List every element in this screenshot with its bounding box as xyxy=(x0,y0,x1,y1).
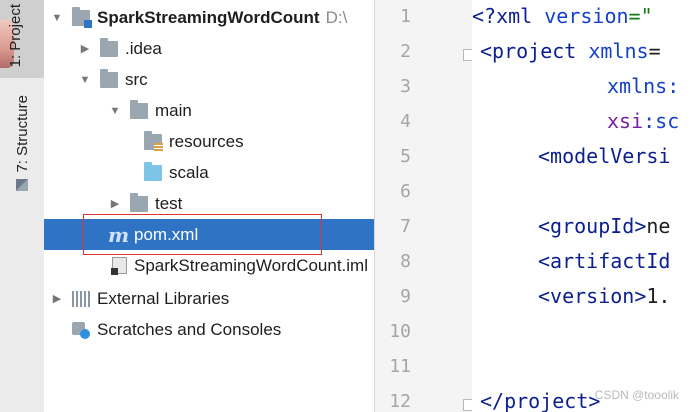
tree-item-label: resources xyxy=(169,131,244,151)
tree-item-resources[interactable]: resources xyxy=(44,126,374,157)
root-project-path: D:\ xyxy=(325,7,348,27)
chevron-right-icon[interactable]: ▶ xyxy=(108,197,122,211)
tool-window-stripe: 1: Project 7: Structure xyxy=(0,0,45,412)
line-number: 3 xyxy=(400,76,411,97)
tag-open: <version> xyxy=(538,284,647,308)
line-number: 2 xyxy=(400,41,411,62)
code-line-2: <project xmlns= xyxy=(480,39,661,63)
code-line-1: <?xml version=" xyxy=(472,4,653,28)
structure-tool-tab[interactable]: 7: Structure xyxy=(0,95,44,235)
line-number: 5 xyxy=(400,146,411,167)
line-number: 1 xyxy=(400,6,411,27)
project-tool-tab[interactable]: 1: Project xyxy=(0,0,44,78)
line-number: 9 xyxy=(400,286,411,307)
library-icon xyxy=(72,290,90,307)
chevron-down-icon[interactable]: ▼ xyxy=(50,11,64,25)
tree-item-label: main xyxy=(155,100,192,120)
chevron-right-icon[interactable]: ▶ xyxy=(78,42,92,56)
tree-item-main[interactable]: ▼ main xyxy=(44,95,374,126)
code-line-5: <modelVersi xyxy=(538,144,671,168)
module-file-icon xyxy=(111,257,127,275)
root-project-name: SparkStreamingWordCount xyxy=(97,7,320,27)
tree-item-label: scala xyxy=(169,162,209,182)
line-number: 11 xyxy=(389,356,411,377)
scratches-icon xyxy=(72,321,90,339)
project-tree: ▼ SparkStreamingWordCount D:\ ▶ .idea ▼ … xyxy=(44,0,374,412)
code-line-4: xsi:sc xyxy=(607,109,679,133)
line-number: 10 xyxy=(389,321,411,342)
chevron-right-icon[interactable]: ▶ xyxy=(50,292,64,306)
structure-tab-label: 7: Structure xyxy=(13,95,31,173)
code-editor[interactable]: <?xml version=" <project xmlns= xmlns: x… xyxy=(472,0,691,412)
resources-folder-icon xyxy=(144,130,163,151)
project-tab-label: 1: Project xyxy=(6,4,24,68)
tree-item-label: .idea xyxy=(125,38,162,58)
structure-icon xyxy=(16,178,28,191)
tree-item-label: Scratches and Consoles xyxy=(97,319,282,339)
code-line-9: <version>1. xyxy=(538,284,670,308)
module-folder-icon xyxy=(72,6,92,28)
code-line-8: <artifactId xyxy=(538,249,671,273)
chevron-down-icon[interactable]: ▼ xyxy=(108,104,122,118)
attr-name: version xyxy=(544,4,629,28)
line-number: 8 xyxy=(400,251,411,272)
folder-icon xyxy=(100,37,118,57)
line-number: 4 xyxy=(400,111,411,132)
xml-decl: <?xml xyxy=(472,4,545,28)
folder-icon xyxy=(130,99,148,119)
chevron-down-icon[interactable]: ▼ xyxy=(78,73,92,87)
tree-item-label: SparkStreamingWordCount.iml xyxy=(134,255,368,275)
tag-open: <groupId> xyxy=(538,214,647,238)
tree-item-src[interactable]: ▼ src xyxy=(44,64,374,95)
tree-item-external-libraries[interactable]: ▶ External Libraries xyxy=(44,283,374,314)
tag-text: 1. xyxy=(646,284,671,308)
tag-text: ne xyxy=(646,214,671,238)
tree-item-label: src xyxy=(125,69,148,89)
tree-root-item[interactable]: ▼ SparkStreamingWordCount D:\ xyxy=(44,2,374,33)
attr-name: xmlns xyxy=(588,39,649,63)
attr-value: =" xyxy=(628,4,653,28)
tree-item-label: test xyxy=(155,193,183,213)
tree-item-scala[interactable]: scala xyxy=(44,157,374,188)
code-line-7: <groupId>ne xyxy=(538,214,670,238)
tree-item-scratches[interactable]: ▶ Scratches and Consoles xyxy=(44,314,374,345)
line-number: 12 xyxy=(389,391,411,412)
line-number: 7 xyxy=(400,216,411,237)
attr-name: :sc xyxy=(643,109,680,133)
code-line-3: xmlns: xyxy=(607,74,679,98)
folder-icon xyxy=(100,68,118,88)
code-line-12: </project> xyxy=(480,389,601,412)
tag-open: <project xyxy=(480,39,589,63)
highlight-box xyxy=(83,214,322,255)
line-number: 6 xyxy=(400,181,411,202)
attr-name: xmlns: xyxy=(607,74,680,98)
watermark: CSDN @tooolik xyxy=(594,388,679,402)
editor-gutter: 1 2 3 4 5 6 7 8 9 10 11 12 xyxy=(374,0,475,412)
folder-icon xyxy=(130,192,148,212)
source-folder-icon xyxy=(144,161,162,181)
tree-item-label: External Libraries xyxy=(97,288,230,308)
namespace-prefix: xsi xyxy=(607,109,644,133)
tree-item-idea[interactable]: ▶ .idea xyxy=(44,33,374,64)
